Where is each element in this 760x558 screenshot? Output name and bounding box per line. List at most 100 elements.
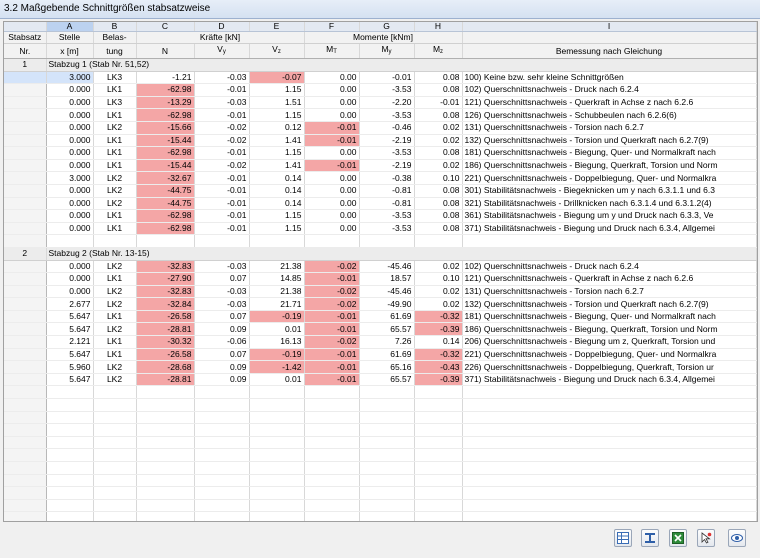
cell-n[interactable]: -28.81 (136, 373, 194, 386)
cell-n[interactable]: -26.58 (136, 310, 194, 323)
cell-vz[interactable]: -0.19 (249, 348, 304, 361)
table-row[interactable]: 0.000LK1-15.44-0.021.41-0.01-2.190.02132… (4, 134, 756, 147)
cell-lk[interactable]: LK1 (93, 348, 136, 361)
cell-mt[interactable]: 0.00 (304, 71, 359, 84)
cell-vy[interactable]: -0.03 (194, 298, 249, 311)
cell-text[interactable]: 102) Querschnittsnachweis - Druck nach 6… (462, 84, 756, 97)
cell-my[interactable]: -0.01 (359, 71, 414, 84)
cell-mz[interactable]: 0.02 (414, 285, 462, 298)
cell-vy[interactable]: -0.06 (194, 336, 249, 349)
cell-mz[interactable]: 0.08 (414, 84, 462, 97)
cell-vz[interactable]: -0.07 (249, 71, 304, 84)
cell-mz[interactable]: 0.10 (414, 273, 462, 286)
group-header-row[interactable]: 2Stabzug 2 (Stab Nr. 13-15) (4, 247, 756, 260)
cell-my[interactable]: -49.90 (359, 298, 414, 311)
cell-my[interactable]: 61.69 (359, 348, 414, 361)
cell-mz[interactable]: 0.10 (414, 172, 462, 185)
cell-x[interactable]: 2.121 (46, 336, 93, 349)
cell-lk[interactable]: LK1 (93, 273, 136, 286)
cell-text[interactable]: 132) Querschnittsnachweis - Torsion und … (462, 298, 756, 311)
cell-my[interactable]: 65.57 (359, 373, 414, 386)
cell-my[interactable]: -45.46 (359, 285, 414, 298)
cross-section-button[interactable] (641, 529, 659, 547)
cell-x[interactable]: 5.647 (46, 348, 93, 361)
cell-text[interactable]: 131) Querschnittsnachweis - Torsion nach… (462, 285, 756, 298)
cell-vz[interactable]: 0.01 (249, 323, 304, 336)
cell-mz[interactable]: 0.08 (414, 184, 462, 197)
cell-mt[interactable]: -0.02 (304, 260, 359, 273)
cell-vy[interactable]: -0.01 (194, 210, 249, 223)
cell-vz[interactable]: 21.38 (249, 285, 304, 298)
table-row[interactable]: 2.121LK1-30.32-0.0616.13-0.027.260.14206… (4, 336, 756, 349)
view-button[interactable] (728, 529, 746, 547)
cell-x[interactable]: 0.000 (46, 210, 93, 223)
cell-vy[interactable]: 0.07 (194, 348, 249, 361)
cell-vz[interactable]: 1.15 (249, 84, 304, 97)
cell-vz[interactable]: 1.15 (249, 222, 304, 235)
cell-x[interactable]: 0.000 (46, 121, 93, 134)
cell-vz[interactable]: 0.14 (249, 172, 304, 185)
table-row[interactable]: 0.000LK2-32.83-0.0321.38-0.02-45.460.021… (4, 285, 756, 298)
cell-mz[interactable]: 0.02 (414, 134, 462, 147)
cell-vy[interactable]: -0.01 (194, 147, 249, 160)
cell-x[interactable]: 3.000 (46, 172, 93, 185)
cell-mt[interactable]: -0.01 (304, 348, 359, 361)
cell-n[interactable]: -26.58 (136, 348, 194, 361)
excel-export-button[interactable] (669, 529, 687, 547)
cell-x[interactable]: 2.677 (46, 298, 93, 311)
cell-lk[interactable]: LK2 (93, 121, 136, 134)
cell-text[interactable]: 301) Stabilitätsnachweis - Biegeknicken … (462, 184, 756, 197)
cell-vy[interactable]: -0.02 (194, 134, 249, 147)
cell-lk[interactable]: LK1 (93, 84, 136, 97)
cell-x[interactable]: 0.000 (46, 159, 93, 172)
cell-vy[interactable]: -0.01 (194, 222, 249, 235)
cell-text[interactable]: 121) Querschnittsnachweis - Querkraft in… (462, 96, 756, 109)
cell-my[interactable]: -0.81 (359, 197, 414, 210)
cell-mz[interactable]: 0.14 (414, 336, 462, 349)
cell-n[interactable]: -30.32 (136, 336, 194, 349)
column-letter-a[interactable]: A (46, 22, 93, 32)
cell-mz[interactable]: 0.02 (414, 298, 462, 311)
column-letter-b[interactable]: B (93, 22, 136, 32)
cell-n[interactable]: -44.75 (136, 197, 194, 210)
table-row[interactable]: 5.647LK1-26.580.07-0.19-0.0161.69-0.3222… (4, 348, 756, 361)
cell-text[interactable]: 221) Querschnittsnachweis - Doppelbiegun… (462, 172, 756, 185)
cell-x[interactable]: 5.647 (46, 373, 93, 386)
cell-x[interactable]: 0.000 (46, 84, 93, 97)
cell-my[interactable]: 65.57 (359, 323, 414, 336)
cell-mt[interactable]: 0.00 (304, 184, 359, 197)
cell-vz[interactable]: 1.51 (249, 96, 304, 109)
cell-lk[interactable]: LK2 (93, 197, 136, 210)
cell-mz[interactable]: 0.02 (414, 260, 462, 273)
cell-vz[interactable]: 1.41 (249, 134, 304, 147)
cell-mt[interactable]: -0.02 (304, 298, 359, 311)
cell-x[interactable]: 0.000 (46, 285, 93, 298)
cell-mz[interactable]: -0.32 (414, 348, 462, 361)
cell-text[interactable]: 361) Stabilitätsnachweis - Biegung um y … (462, 210, 756, 223)
cell-vz[interactable]: 21.71 (249, 298, 304, 311)
column-letter-i[interactable]: I (462, 22, 756, 32)
cell-x[interactable]: 5.960 (46, 361, 93, 374)
cell-vy[interactable]: -0.01 (194, 84, 249, 97)
cell-my[interactable]: -0.81 (359, 184, 414, 197)
cell-x[interactable]: 3.000 (46, 71, 93, 84)
cell-mt[interactable]: -0.02 (304, 285, 359, 298)
cell-my[interactable]: -3.53 (359, 84, 414, 97)
cell-vy[interactable]: 0.07 (194, 310, 249, 323)
cell-n[interactable]: -62.98 (136, 222, 194, 235)
column-letter-c[interactable]: C (136, 22, 194, 32)
cell-text[interactable]: 186) Querschnittsnachweis - Biegung, Que… (462, 323, 756, 336)
cell-vz[interactable]: -0.19 (249, 310, 304, 323)
cell-n[interactable]: -15.66 (136, 121, 194, 134)
cell-mt[interactable]: -0.01 (304, 134, 359, 147)
cell-my[interactable]: 7.26 (359, 336, 414, 349)
table-row[interactable]: 0.000LK1-62.98-0.011.150.00-3.530.08181)… (4, 147, 756, 160)
cell-x[interactable]: 0.000 (46, 260, 93, 273)
cell-mt[interactable]: -0.01 (304, 323, 359, 336)
cell-lk[interactable]: LK3 (93, 96, 136, 109)
cell-text[interactable]: 181) Querschnittsnachweis - Biegung, Que… (462, 147, 756, 160)
column-letter-f[interactable]: F (304, 22, 359, 32)
cell-vz[interactable]: 0.14 (249, 184, 304, 197)
cell-vz[interactable]: 14.85 (249, 273, 304, 286)
cell-n[interactable]: -62.98 (136, 147, 194, 160)
